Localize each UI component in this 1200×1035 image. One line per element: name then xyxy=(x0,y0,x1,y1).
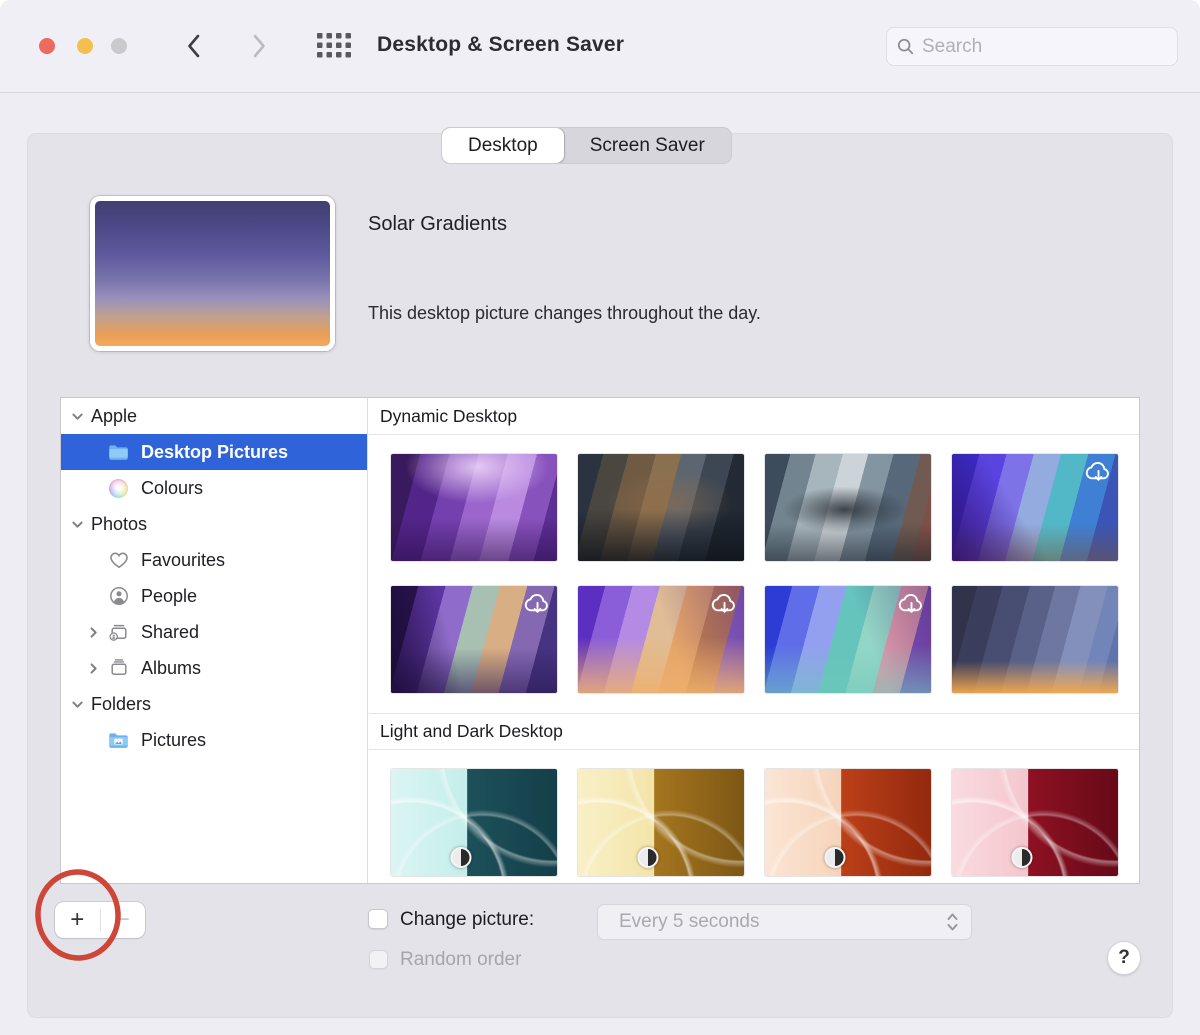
minimize-window-button[interactable] xyxy=(77,38,93,54)
wallpaper-tile-coast-art[interactable] xyxy=(952,454,1118,561)
chevron-down-icon[interactable] xyxy=(71,518,84,531)
tile-art-layer xyxy=(765,454,931,561)
chevron-down-icon[interactable] xyxy=(71,410,84,423)
light-dark-toggle-icon xyxy=(450,847,471,868)
sidebar-item-label: Desktop Pictures xyxy=(141,442,288,463)
change-picture-checkbox[interactable] xyxy=(368,909,388,929)
sidebar-item-label: Favourites xyxy=(141,550,225,571)
sidebar-item-label: Apple xyxy=(91,406,137,427)
people-icon xyxy=(108,587,129,606)
interval-value: Every 5 seconds xyxy=(619,911,946,933)
wallpaper-tile-cliffs-art[interactable] xyxy=(391,586,557,693)
sidebar-item-label: Colours xyxy=(141,478,203,499)
forward-button[interactable] xyxy=(244,30,274,62)
wallpaper-tile-yellow[interactable] xyxy=(578,769,744,876)
sidebar-item-label: Albums xyxy=(141,658,201,679)
sidebar-item-desktop-pictures[interactable]: Desktop Pictures xyxy=(61,434,367,470)
source-sidebar: AppleDesktop Pictures Colours Photos Favour… xyxy=(61,398,368,883)
wallpaper-gallery: Dynamic Desktop Light and Dark Desktop xyxy=(369,398,1140,883)
light-dark-toggle-icon xyxy=(824,847,845,868)
colours-icon xyxy=(108,479,129,498)
chevron-left-icon xyxy=(186,34,201,58)
wallpaper-tile-purple-waves[interactable] xyxy=(391,454,557,561)
stepper-icon xyxy=(946,911,959,933)
sidebar-item-colours[interactable]: Colours xyxy=(61,470,367,506)
sidebar-item-label: Pictures xyxy=(141,730,206,751)
tile-art-layer xyxy=(952,586,1118,693)
interval-select: Every 5 seconds xyxy=(597,904,972,940)
close-window-button[interactable] xyxy=(39,38,55,54)
cloud-download-icon xyxy=(710,590,739,619)
sidebar-item-shared[interactable]: Shared xyxy=(61,614,367,650)
chevron-right-icon[interactable] xyxy=(87,626,100,639)
sidebar-item-label: Shared xyxy=(141,622,199,643)
search-field[interactable] xyxy=(886,27,1178,66)
wallpaper-tile-coast-photo[interactable] xyxy=(578,454,744,561)
show-all-preferences-button[interactable] xyxy=(314,31,354,61)
wallpaper-browser: AppleDesktop Pictures Colours Photos Favour… xyxy=(60,397,1140,884)
sidebar-item-photos[interactable]: Photos xyxy=(61,506,367,542)
window-title: Desktop & Screen Saver xyxy=(377,33,624,57)
random-order-checkbox xyxy=(369,950,388,969)
wallpaper-tile-red[interactable] xyxy=(952,769,1118,876)
sidebar-item-label: Photos xyxy=(91,514,147,535)
sidebar-item-pictures[interactable]: Pictures xyxy=(61,722,367,758)
pictures-folder-icon xyxy=(108,731,129,750)
wallpaper-name: Solar Gradients xyxy=(368,213,507,236)
tile-art-layer xyxy=(952,769,1118,876)
add-folder-button[interactable]: + xyxy=(55,902,100,938)
random-order-label: Random order xyxy=(400,949,521,971)
grid-icon xyxy=(317,33,352,59)
change-picture-label: Change picture: xyxy=(400,909,534,931)
add-remove-group: + − xyxy=(55,902,145,938)
tile-art-layer xyxy=(391,454,557,561)
back-button[interactable] xyxy=(178,30,208,62)
wallpaper-description: This desktop picture changes throughout … xyxy=(368,303,761,324)
wallpaper-tile-orange[interactable] xyxy=(765,769,931,876)
chevron-right-icon xyxy=(252,34,267,58)
albums-icon xyxy=(108,659,129,678)
chevron-right-icon[interactable] xyxy=(87,662,100,675)
light-dark-toggle-icon xyxy=(637,847,658,868)
sidebar-item-folders[interactable]: Folders xyxy=(61,686,367,722)
wallpaper-tile-island-photo[interactable] xyxy=(765,454,931,561)
tile-art-layer xyxy=(578,769,744,876)
search-input[interactable] xyxy=(922,36,1167,58)
tab-screen-saver[interactable]: Screen Saver xyxy=(564,128,731,163)
remove-folder-button[interactable]: − xyxy=(101,902,146,938)
shared-icon xyxy=(108,623,129,642)
desktop-screen-saver-window: Desktop & Screen Saver DesktopScreen Sav… xyxy=(0,0,1200,1035)
tile-art-layer xyxy=(765,769,931,876)
sidebar-item-albums[interactable]: Albums xyxy=(61,650,367,686)
tab-desktop[interactable]: Desktop xyxy=(442,128,564,163)
folder-icon xyxy=(108,443,129,462)
tile-grid xyxy=(369,750,1140,883)
cloud-download-icon xyxy=(897,590,926,619)
light-dark-toggle-icon xyxy=(1011,847,1032,868)
cloud-download-icon xyxy=(523,590,552,619)
heart-icon xyxy=(108,551,129,570)
chevron-down-icon[interactable] xyxy=(71,698,84,711)
tile-grid xyxy=(369,435,1140,713)
section-header-dynamic-desktop: Dynamic Desktop xyxy=(369,398,1140,435)
wallpaper-tile-desert-art[interactable] xyxy=(578,586,744,693)
sidebar-item-label: Folders xyxy=(91,694,151,715)
tab-bar: DesktopScreen Saver xyxy=(441,127,732,164)
section-header-light-and-dark-desktop: Light and Dark Desktop xyxy=(369,713,1140,750)
current-wallpaper-preview xyxy=(90,196,335,351)
sidebar-item-apple[interactable]: Apple xyxy=(61,398,367,434)
help-button[interactable]: ? xyxy=(1107,941,1141,975)
wallpaper-tile-beach-art[interactable] xyxy=(765,586,931,693)
tile-art-layer xyxy=(391,769,557,876)
zoom-window-button[interactable] xyxy=(111,38,127,54)
sidebar-item-label: People xyxy=(141,586,197,607)
sidebar-item-people[interactable]: People xyxy=(61,578,367,614)
cloud-download-icon xyxy=(1084,458,1113,487)
titlebar: Desktop & Screen Saver xyxy=(0,0,1200,93)
tile-art-layer xyxy=(578,454,744,561)
sidebar-item-favourites[interactable]: Favourites xyxy=(61,542,367,578)
wallpaper-tile-teal[interactable] xyxy=(391,769,557,876)
search-icon xyxy=(897,37,914,56)
wallpaper-tile-solar-gradient[interactable] xyxy=(952,586,1118,693)
